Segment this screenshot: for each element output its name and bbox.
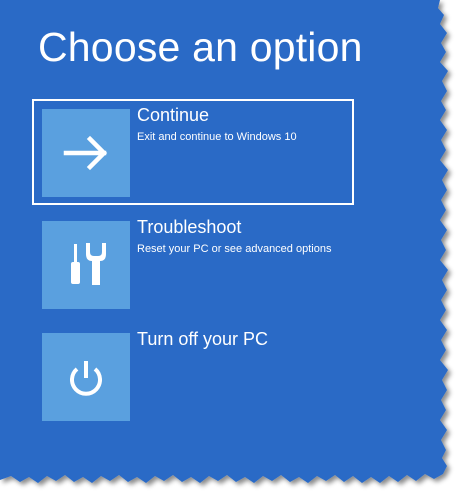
troubleshoot-tile	[42, 221, 130, 309]
continue-option[interactable]: Continue Exit and continue to Windows 10	[32, 99, 354, 205]
continue-tile	[42, 109, 130, 197]
wrench-icon	[86, 243, 106, 285]
troubleshoot-label: Troubleshoot	[137, 217, 242, 237]
troubleshoot-description: Reset your PC or see advanced options	[137, 243, 332, 255]
troubleshoot-option[interactable]: Troubleshoot Reset your PC or see advanc…	[32, 211, 354, 317]
recovery-screen: Choose an option Continue Exit and conti…	[0, 0, 465, 501]
power-icon	[70, 361, 102, 396]
page-title: Choose an option	[38, 24, 363, 70]
screenshot-frame: Choose an option Continue Exit and conti…	[0, 0, 465, 501]
arrow-right-icon	[63, 135, 108, 171]
continue-label: Continue	[137, 105, 210, 125]
screwdriver-icon	[71, 244, 80, 284]
continue-description: Exit and continue to Windows 10	[137, 131, 297, 143]
turn-off-label: Turn off your PC	[137, 329, 269, 349]
tools-icon	[71, 243, 106, 285]
turn-off-tile	[42, 333, 130, 421]
turn-off-option[interactable]: Turn off your PC	[32, 323, 354, 429]
